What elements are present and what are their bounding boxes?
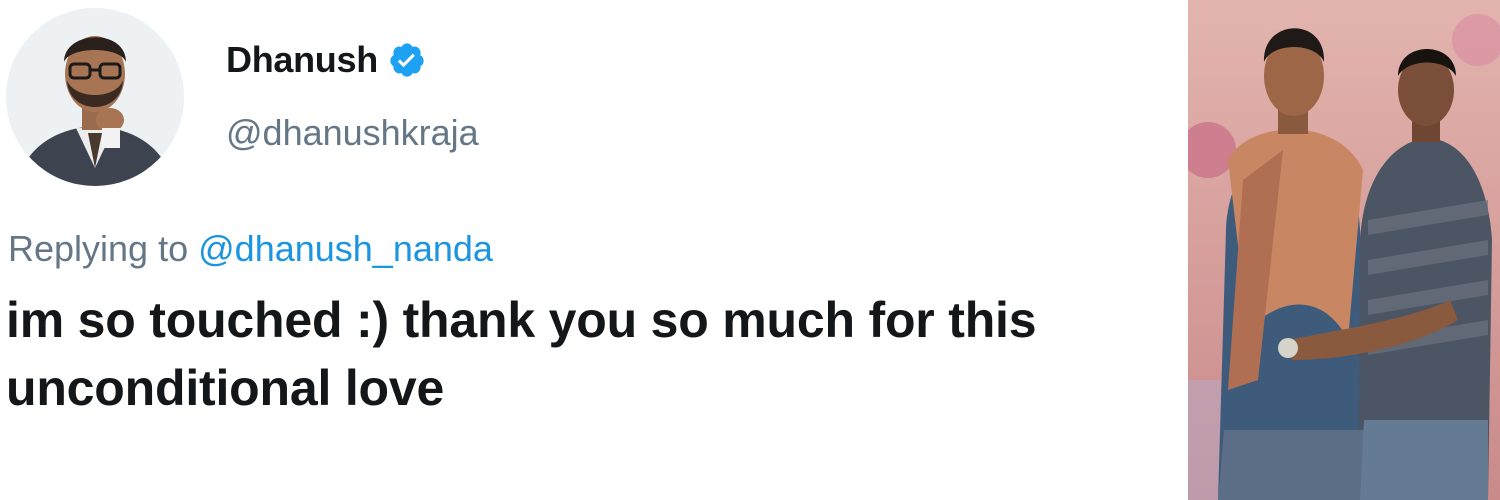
display-name[interactable]: Dhanush: [226, 39, 378, 81]
profile-avatar[interactable]: [6, 8, 184, 186]
embedded-photo[interactable]: [1188, 0, 1500, 500]
replying-to-label: Replying to: [8, 228, 189, 269]
replying-to-line: Replying to @dhanush_nanda: [8, 228, 493, 270]
photo-illustration: [1188, 0, 1500, 500]
tweet-card: Dhanush @dhanushkraja Replying to @dhanu…: [0, 0, 1185, 500]
screenshot-canvas: Dhanush @dhanushkraja Replying to @dhanu…: [0, 0, 1500, 500]
reply-to-handle-link[interactable]: @dhanush_nanda: [198, 228, 493, 269]
avatar-illustration: [6, 8, 184, 186]
tweet-text: im so touched :) thank you so much for t…: [6, 292, 1037, 416]
display-name-row: Dhanush: [226, 36, 426, 84]
user-handle[interactable]: @dhanushkraja: [226, 112, 479, 154]
verified-badge-icon: [388, 41, 426, 79]
